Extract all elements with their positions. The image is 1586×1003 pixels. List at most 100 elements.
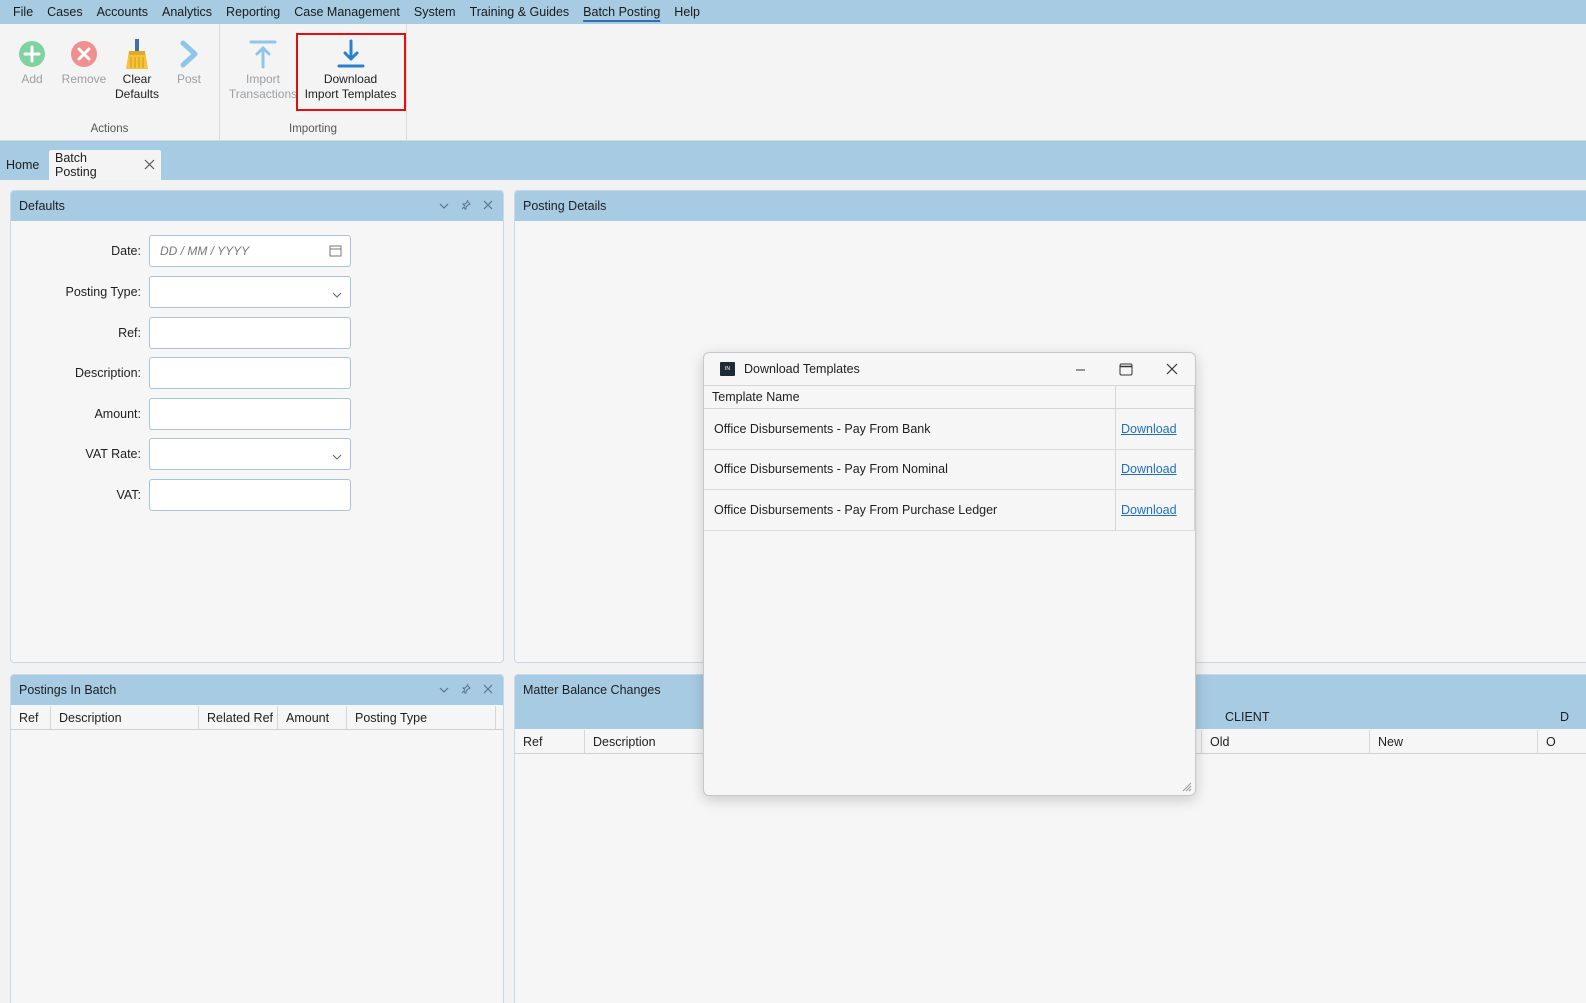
matter-panel-title: Matter Balance Changes [523, 683, 661, 697]
column-client-old[interactable]: Old [1202, 730, 1370, 754]
minimize-button[interactable] [1057, 353, 1103, 385]
vat-label: VAT: [116, 488, 141, 502]
column-trailing[interactable]: O [1538, 730, 1578, 754]
close-icon[interactable] [483, 199, 493, 213]
chevron-down-icon[interactable] [439, 683, 449, 697]
posting-details-title: Posting Details [523, 199, 607, 213]
add-label: Add [21, 72, 43, 86]
clear-defaults-label-2: Defaults [114, 87, 160, 101]
menu-cases[interactable]: Cases [40, 0, 89, 24]
defaults-panel: Defaults Date: DD / MM / YYYY Posting Ty… [10, 190, 504, 663]
close-tab-icon[interactable] [144, 157, 155, 174]
posting-details-header: Posting Details [515, 191, 1586, 221]
column-ref[interactable]: Ref [11, 706, 51, 730]
highlight-box [296, 33, 406, 111]
table-row: Office Disbursements - Pay From Nominal … [704, 449, 1195, 490]
download-templates-dialog: IN Download Templates Template Name Offi… [703, 352, 1196, 796]
posting-type-label: Posting Type: [65, 285, 141, 299]
column-posting-type[interactable]: Posting Type [347, 706, 496, 730]
description-row: Description: [11, 357, 351, 389]
close-dialog-button[interactable] [1149, 353, 1195, 385]
broom-icon [121, 38, 153, 70]
description-input[interactable] [149, 357, 351, 389]
import-transactions-button[interactable]: Import Transactions [228, 38, 298, 102]
group-client-label: CLIENT [1225, 710, 1270, 724]
download-link[interactable]: Download [1121, 422, 1177, 436]
pin-icon[interactable] [461, 199, 471, 213]
date-placeholder: DD / MM / YYYY [160, 244, 250, 258]
table-row: Office Disbursements - Pay From Purchase… [704, 490, 1195, 531]
group-d-label: D [1560, 710, 1570, 724]
add-icon [16, 38, 48, 70]
postings-grid-header: Ref Description Related Ref Amount Posti… [11, 706, 503, 730]
column-client-new[interactable]: New [1370, 730, 1538, 754]
remove-label: Remove [61, 72, 107, 86]
import-label-2: Transactions [228, 87, 298, 101]
dialog-title: Download Templates [744, 362, 860, 376]
tab-batch-posting-label: Batch Posting [55, 151, 97, 179]
download-link[interactable]: Download [1121, 462, 1177, 476]
dialog-title-bar[interactable]: IN Download Templates [704, 353, 1195, 385]
resize-grip-icon[interactable] [1182, 782, 1192, 792]
chevron-down-icon[interactable] [439, 199, 449, 213]
remove-icon [68, 38, 100, 70]
column-template-name[interactable]: Template Name [704, 386, 1116, 408]
amount-input[interactable] [149, 398, 351, 430]
tab-home[interactable]: Home [0, 150, 45, 180]
vat-rate-row: VAT Rate: [11, 438, 351, 470]
templates-table: Template Name Office Disbursements - Pay… [704, 385, 1195, 531]
amount-label: Amount: [94, 407, 141, 421]
menu-bar: File Cases Accounts Analytics Reporting … [0, 0, 1586, 24]
vat-input[interactable] [149, 479, 351, 511]
post-button[interactable]: Post [172, 38, 206, 87]
menu-accounts[interactable]: Accounts [90, 0, 155, 24]
templates-header-row: Template Name [704, 385, 1195, 409]
vat-rate-label: VAT Rate: [85, 447, 141, 461]
tab-batch-posting[interactable]: Batch Posting [49, 150, 161, 180]
vat-rate-select[interactable] [149, 438, 351, 470]
date-row: Date: DD / MM / YYYY [11, 235, 351, 267]
clear-defaults-button[interactable]: Clear Defaults [113, 38, 161, 102]
date-field[interactable]: DD / MM / YYYY [149, 235, 351, 267]
menu-training-guides[interactable]: Training & Guides [463, 0, 577, 24]
menu-batch-posting[interactable]: Batch Posting [576, 0, 667, 24]
importing-group-label: Importing [289, 123, 337, 135]
app-logo-icon: IN [720, 362, 735, 376]
post-label: Post [176, 72, 201, 86]
remove-button[interactable]: Remove [58, 38, 110, 87]
postings-in-batch-panel: Postings In Batch Ref Description Relate… [10, 674, 504, 1003]
ribbon: Add Remove Clear Defaults Post Actions I… [0, 24, 1586, 141]
defaults-panel-header: Defaults [11, 191, 503, 221]
maximize-button[interactable] [1103, 353, 1149, 385]
column-amount[interactable]: Amount [278, 706, 347, 730]
vat-row: VAT: [11, 479, 351, 511]
download-link[interactable]: Download [1121, 503, 1177, 517]
postings-panel-header: Postings In Batch [11, 675, 503, 705]
ref-input[interactable] [149, 317, 351, 349]
column-description[interactable]: Description [51, 706, 199, 730]
add-button[interactable]: Add [14, 38, 50, 87]
menu-analytics[interactable]: Analytics [155, 0, 219, 24]
calendar-icon[interactable] [329, 244, 342, 260]
amount-row: Amount: [11, 398, 351, 430]
table-row: Office Disbursements - Pay From Bank Dow… [704, 409, 1195, 450]
menu-help[interactable]: Help [667, 0, 707, 24]
column-related-ref[interactable]: Related Ref [199, 706, 278, 730]
import-label-1: Import [245, 72, 280, 86]
menu-system[interactable]: System [407, 0, 463, 24]
chevron-down-icon [332, 288, 342, 302]
column-ref[interactable]: Ref [515, 730, 585, 754]
description-label: Description: [75, 366, 141, 380]
column-action [1116, 386, 1195, 408]
menu-file[interactable]: File [6, 0, 40, 24]
pin-icon[interactable] [461, 683, 471, 697]
minimize-icon [1075, 369, 1085, 370]
ribbon-group-actions: Add Remove Clear Defaults Post Actions [0, 24, 220, 141]
close-icon [1166, 363, 1178, 375]
posting-type-select[interactable] [149, 276, 351, 308]
posting-type-row: Posting Type: [11, 276, 351, 308]
defaults-panel-title: Defaults [19, 199, 65, 213]
menu-case-management[interactable]: Case Management [287, 0, 407, 24]
close-icon[interactable] [483, 683, 493, 697]
menu-reporting[interactable]: Reporting [219, 0, 287, 24]
